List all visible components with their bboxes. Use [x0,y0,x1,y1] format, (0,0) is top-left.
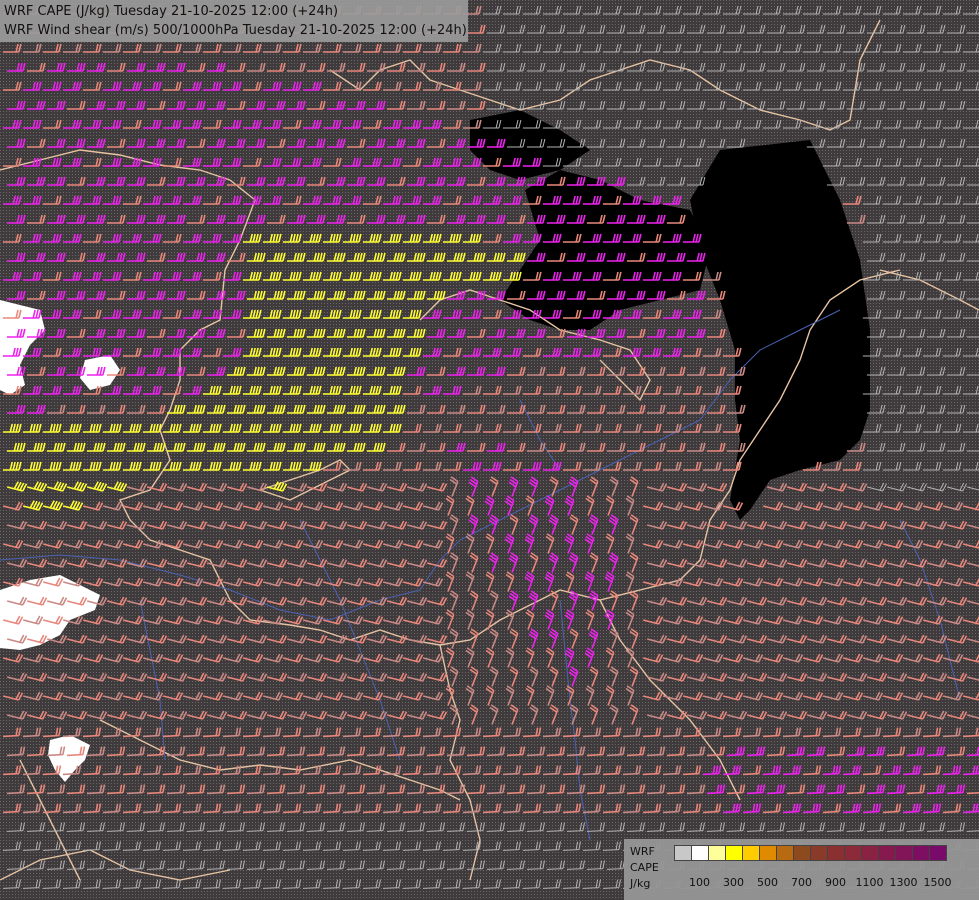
legend-tick-label: 300 [723,876,744,889]
legend-tick-label: 900 [825,876,846,889]
legend-swatch [742,845,760,861]
legend-tick-label: 100 [689,876,710,889]
legend-swatch [827,845,845,861]
weather-map: WRF CAPE (J/kg) Tuesday 21-10-2025 12:00… [0,0,979,900]
legend-swatch [912,845,930,861]
legend-tick-label: 700 [791,876,812,889]
legend-swatch [878,845,896,861]
legend-swatch [793,845,811,861]
legend-label-wrf: WRF [630,845,655,858]
legend-swatch [929,845,947,861]
legend-swatch [691,845,709,861]
legend-label-cape: CAPE [630,861,659,874]
title-cape: WRF CAPE (J/kg) Tuesday 21-10-2025 12:00… [4,4,339,19]
legend-swatch [725,845,743,861]
legend-swatch [895,845,913,861]
legend-swatch [674,845,692,861]
cape-legend: WRF CAPE J/kg 100 300 500 700 900 1100 1300 150… [624,839,979,900]
map-title-box: WRF CAPE (J/kg) Tuesday 21-10-2025 12:00… [0,0,468,42]
legend-swatch [844,845,862,861]
legend-swatch [708,845,726,861]
title-wind-shear: WRF Wind shear (m/s) 500/1000hPa Tuesday… [4,23,467,38]
legend-swatch [861,845,879,861]
legend-tick-label: 1100 [855,876,884,889]
legend-tick-labels: 100 300 500 700 900 1100 1300 1500 [674,876,974,890]
cape-wind-shear-map [0,0,979,900]
legend-label-unit: J/kg [630,877,651,890]
legend-tick-label: 500 [757,876,778,889]
legend-swatch [759,845,777,861]
legend-swatch [776,845,794,861]
legend-color-scale [674,845,947,861]
legend-tick-label: 1300 [889,876,918,889]
legend-tick-label: 1500 [923,876,952,889]
legend-swatch [810,845,828,861]
